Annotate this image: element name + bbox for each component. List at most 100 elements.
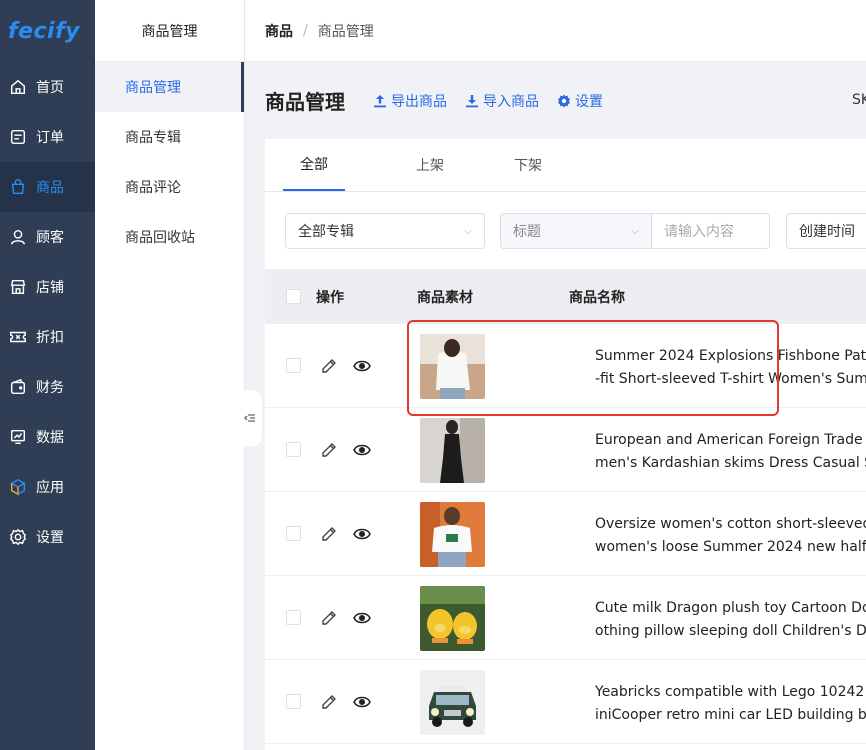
edit-icon[interactable] [319, 356, 339, 376]
edit-icon[interactable] [319, 692, 339, 712]
product-name-line: Cute milk Dragon plush toy Cartoon Doll … [595, 600, 866, 616]
product-thumbnail[interactable] [420, 586, 485, 651]
product-name[interactable]: Summer 2024 Explosions Fishbone Patte -f… [595, 345, 866, 391]
select-all-checkbox[interactable] [286, 289, 301, 304]
product-name-line: Oversize women's cotton short-sleeved T [595, 516, 866, 532]
album-select[interactable]: 全部专辑 ⌵ [285, 213, 485, 249]
product-thumbnail[interactable] [420, 418, 485, 483]
table-header: 操作 商品素材 商品名称 [265, 269, 866, 324]
nav-item-products[interactable]: 商品 [0, 162, 95, 212]
nav-item-customers[interactable]: 顾客 [0, 212, 95, 262]
nav-item-finance[interactable]: 财务 [0, 362, 95, 412]
view-icon[interactable] [351, 440, 373, 460]
edit-icon[interactable] [319, 440, 339, 460]
subnav-item-product-management[interactable]: 商品管理 [95, 62, 244, 112]
product-name-line: Yeabricks compatible with Lego 10242 cla [595, 684, 866, 700]
product-name-line: European and American Foreign Trade Ne [595, 432, 866, 448]
row-checkbox[interactable] [286, 694, 301, 709]
table-body: Summer 2024 Explosions Fishbone Patte -f… [265, 324, 866, 744]
user-icon [8, 227, 28, 247]
breadcrumb: 商品 / 商品管理 [245, 0, 866, 62]
row-checkbox[interactable] [286, 526, 301, 541]
chart-icon [8, 427, 28, 447]
settings-link[interactable]: 设置 [557, 91, 603, 111]
gear-icon [8, 527, 28, 547]
column-header-actions: 操作 [316, 289, 344, 306]
edit-icon[interactable] [319, 524, 339, 544]
product-thumbnail[interactable] [420, 334, 485, 399]
view-icon[interactable] [351, 692, 373, 712]
row-checkbox[interactable] [286, 442, 301, 457]
view-icon[interactable] [351, 524, 373, 544]
product-name[interactable]: European and American Foreign Trade Ne m… [595, 429, 866, 475]
sort-select[interactable]: 创建时间 [786, 213, 866, 249]
nav-item-store[interactable]: 店铺 [0, 262, 95, 312]
breadcrumb-root[interactable]: 商品 [265, 21, 293, 41]
search-input-placeholder: 请输入内容 [664, 224, 734, 240]
sub-sidebar-title: 商品管理 [95, 0, 244, 62]
cube-icon [8, 477, 28, 497]
table-row[interactable]: Yeabricks compatible with Lego 10242 cla… [265, 660, 866, 744]
subnav-item-product-albums[interactable]: 商品专辑 [95, 112, 244, 162]
view-icon[interactable] [351, 356, 373, 376]
bag-icon [8, 177, 28, 197]
tab-unlisted[interactable]: 下架 [479, 139, 577, 191]
column-header-name: 商品名称 [569, 289, 625, 306]
download-icon [466, 94, 478, 107]
product-name[interactable]: Cute milk Dragon plush toy Cartoon Doll … [595, 597, 866, 643]
search-input[interactable]: 请输入内容 [652, 213, 770, 249]
tab-listed[interactable]: 上架 [381, 139, 479, 191]
chevron-down-icon: ⌵ [464, 225, 472, 237]
row-checkbox[interactable] [286, 610, 301, 625]
nav-item-label: 折扣 [36, 330, 64, 346]
logo[interactable]: fecify [0, 0, 95, 62]
upload-icon [374, 94, 386, 107]
product-thumbnail[interactable] [420, 670, 485, 735]
nav-item-label: 订单 [36, 130, 64, 146]
nav-item-label: 商品 [36, 180, 64, 196]
table-row[interactable]: Summer 2024 Explosions Fishbone Patte -f… [265, 324, 866, 408]
nav-item-discounts[interactable]: 折扣 [0, 312, 95, 362]
product-list-card: 全部 上架 下架 全部专辑 ⌵ 标题 ⌵ 请输入内容 创建时间 操作 商品素材 [265, 139, 866, 750]
order-icon [8, 127, 28, 147]
nav-item-apps[interactable]: 应用 [0, 462, 95, 512]
nav-item-label: 顾客 [36, 230, 64, 246]
nav-item-orders[interactable]: 订单 [0, 112, 95, 162]
subnav-item-product-recycle-bin[interactable]: 商品回收站 [95, 212, 244, 262]
main-sidebar: fecify 首页 订单 商品 顾客 店铺 折扣 财务 数据 应用 设置 [0, 0, 95, 750]
product-name[interactable]: Oversize women's cotton short-sleeved T … [595, 513, 866, 559]
nav-item-data[interactable]: 数据 [0, 412, 95, 462]
export-products-button[interactable]: 导出商品 [373, 91, 447, 111]
subnav-item-product-reviews[interactable]: 商品评论 [95, 162, 244, 212]
product-name-line: othing pillow sleeping doll Children's D… [595, 623, 866, 639]
import-products-button[interactable]: 导入商品 [465, 91, 539, 111]
table-row[interactable]: Cute milk Dragon plush toy Cartoon Doll … [265, 576, 866, 660]
export-products-label: 导出商品 [391, 93, 447, 110]
edit-icon[interactable] [319, 608, 339, 628]
table-row[interactable]: European and American Foreign Trade Ne m… [265, 408, 866, 492]
store-icon [8, 277, 28, 297]
gear-icon [558, 94, 570, 107]
nav-item-home[interactable]: 首页 [0, 62, 95, 112]
table-row[interactable]: Oversize women's cotton short-sleeved T … [265, 492, 866, 576]
nav-item-label: 首页 [36, 80, 64, 96]
status-tabs: 全部 上架 下架 [265, 139, 866, 192]
product-name-line: iniCooper retro mini car LED building bl… [595, 707, 866, 723]
product-thumbnail[interactable] [420, 502, 485, 567]
nav-item-label: 财务 [36, 380, 64, 396]
chevron-down-icon: ⌵ [631, 225, 639, 237]
search-field-value: 标题 [513, 224, 541, 240]
album-select-value: 全部专辑 [298, 224, 354, 240]
product-name[interactable]: Yeabricks compatible with Lego 10242 cla… [595, 681, 866, 727]
product-name-line: -fit Short-sleeved T-shirt Women's Summ [595, 371, 866, 387]
sku-label: SK [852, 92, 866, 108]
breadcrumb-separator: / [303, 22, 308, 39]
logo-text: fecify [8, 18, 80, 44]
product-name-line: women's loose Summer 2024 new half-sle [595, 539, 866, 555]
nav-item-settings[interactable]: 设置 [0, 512, 95, 562]
search-field-select[interactable]: 标题 ⌵ [500, 213, 652, 249]
tab-all[interactable]: 全部 [283, 139, 345, 191]
view-icon[interactable] [351, 608, 373, 628]
row-checkbox[interactable] [286, 358, 301, 373]
coupon-icon [8, 327, 28, 347]
